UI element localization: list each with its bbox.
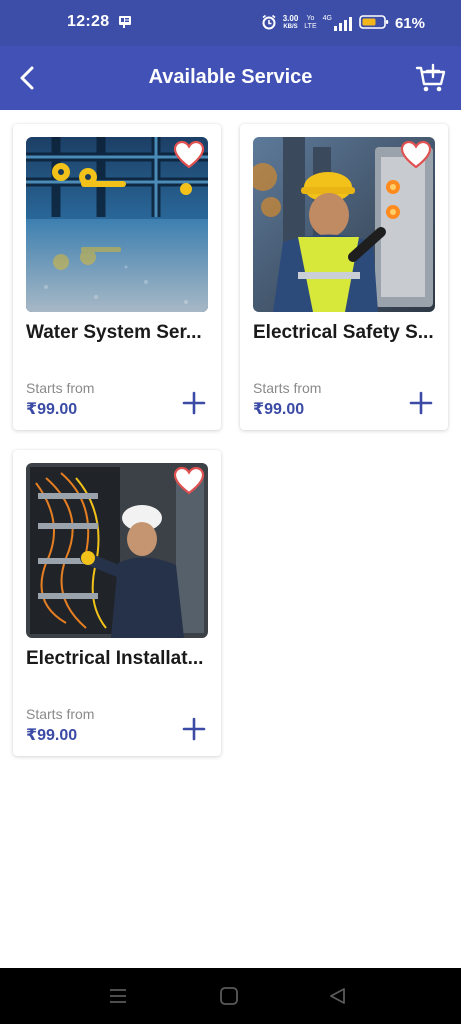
add-plus-icon[interactable]: [408, 390, 434, 416]
alarm-icon: [261, 14, 277, 33]
service-price: ₹99.00: [253, 401, 305, 418]
menu-icon[interactable]: [107, 986, 129, 1006]
status-bar: 12:28 3.00 KB/S Yo LTE 4G 61%: [0, 0, 461, 46]
add-plus-icon[interactable]: [181, 716, 207, 742]
battery-icon: [359, 14, 389, 33]
network-speed: 3.00 KB/S: [282, 14, 299, 31]
app-bar: Available Service: [0, 46, 461, 110]
favorite-heart-icon[interactable]: [400, 140, 432, 170]
favorite-heart-icon[interactable]: [173, 140, 205, 170]
starts-from-label: Starts from: [26, 706, 95, 722]
service-title: Water System Ser...: [26, 322, 202, 343]
starts-from-label: Starts from: [253, 380, 322, 396]
starts-from-label: Starts from: [26, 380, 95, 396]
water-system-photo: [26, 137, 208, 312]
add-to-cart-icon[interactable]: [415, 62, 447, 94]
volte-indicator: Yo LTE: [304, 15, 317, 30]
service-price: ₹99.00: [26, 727, 78, 744]
notification-icon: [118, 15, 132, 29]
service-card-electrical-installation[interactable]: Electrical Installat... Starts from ₹99.…: [13, 450, 221, 756]
service-price: ₹99.00: [26, 401, 78, 418]
battery-percent: 61%: [394, 14, 425, 32]
electrical-safety-photo: [253, 137, 435, 312]
page-title: Available Service: [148, 66, 313, 88]
service-card-water-system[interactable]: Water System Ser... Starts from ₹99.00: [13, 124, 221, 430]
service-title: Electrical Safety S...: [253, 322, 434, 343]
signal-icon: 4G: [323, 15, 353, 31]
status-time: 12:28: [67, 13, 110, 30]
system-nav-bar: [0, 968, 461, 1024]
favorite-heart-icon[interactable]: [173, 466, 205, 496]
add-plus-icon[interactable]: [181, 390, 207, 416]
home-icon[interactable]: [218, 986, 240, 1006]
service-card-electrical-safety[interactable]: Electrical Safety S... Starts from ₹99.0…: [240, 124, 448, 430]
back-triangle-icon[interactable]: [327, 986, 349, 1006]
service-title: Electrical Installat...: [26, 648, 204, 669]
status-icons: 3.00 KB/S Yo LTE 4G 61%: [261, 10, 425, 36]
electrical-installation-photo: [26, 463, 208, 638]
